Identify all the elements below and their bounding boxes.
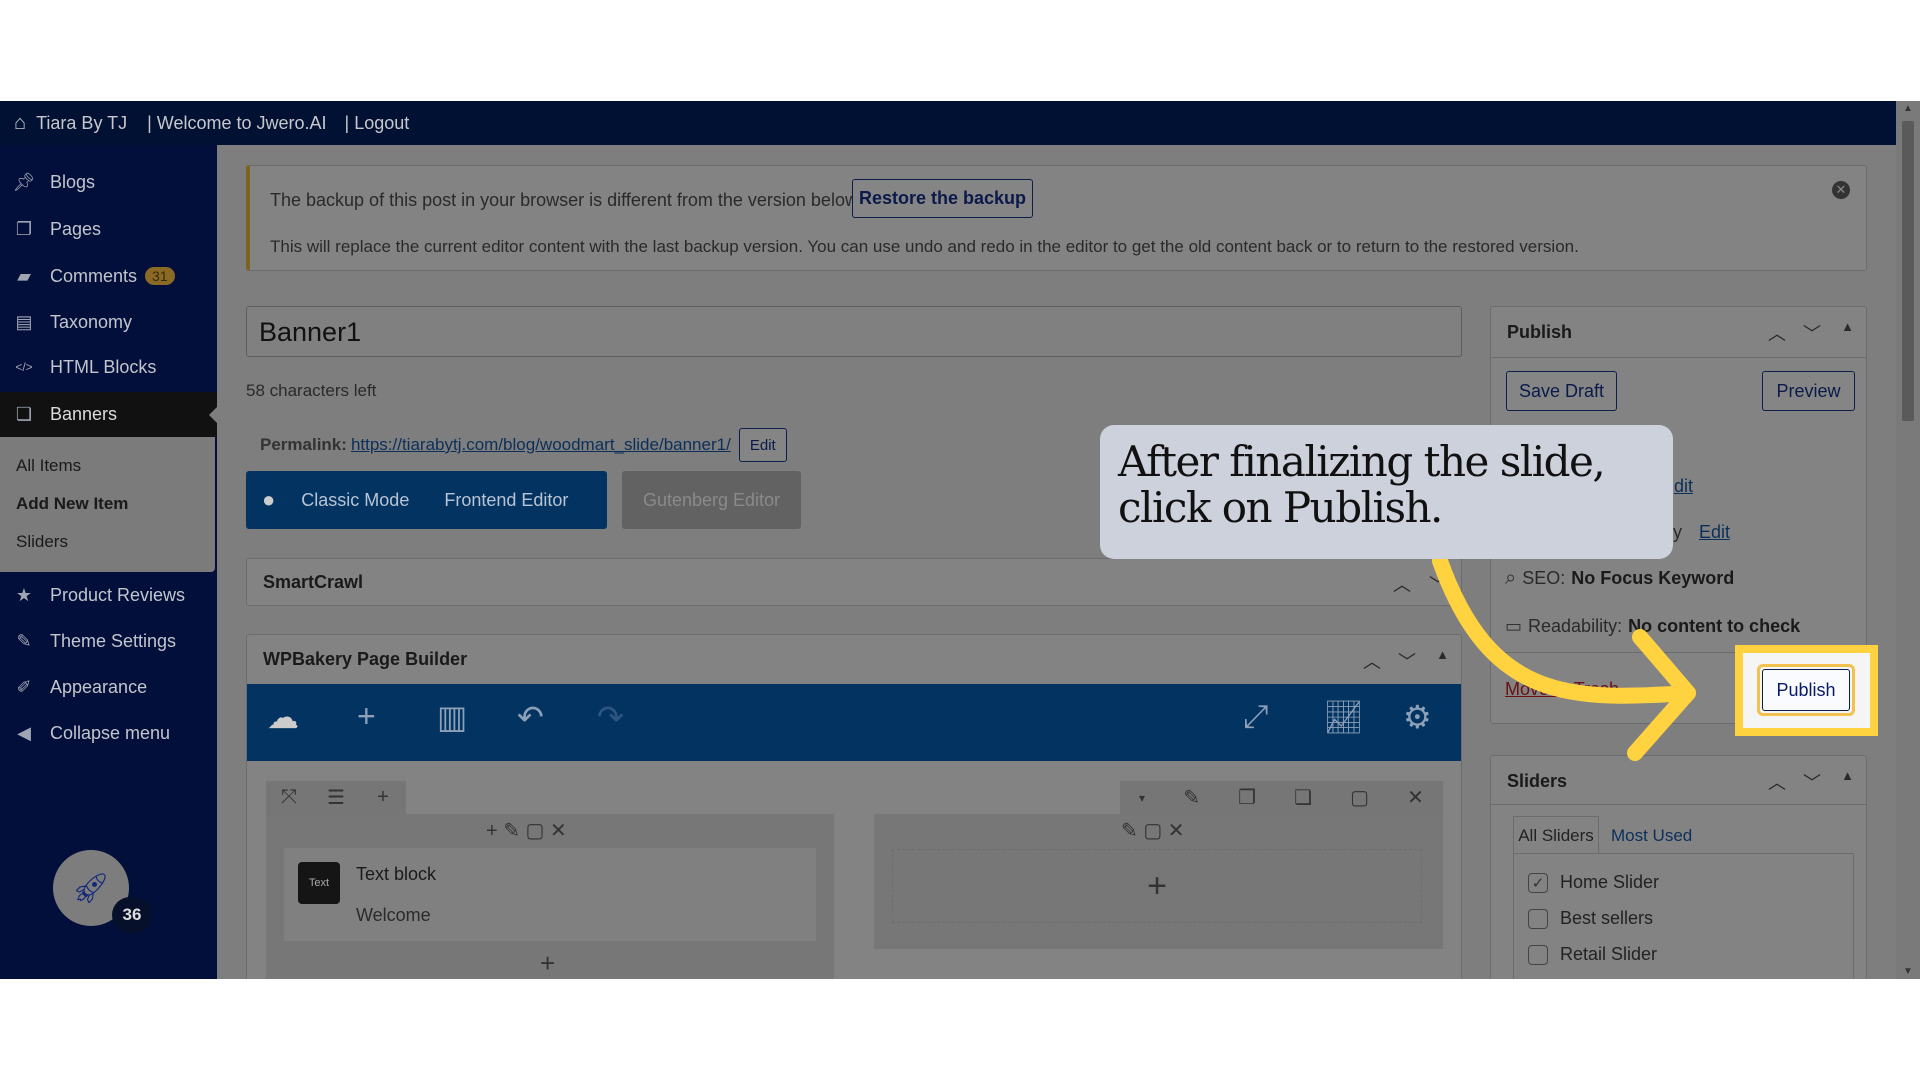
callout-tooltip: After finalizing the slide, click on Pub… <box>1100 425 1673 559</box>
arrow-curve <box>1432 553 1696 704</box>
callout-text: After finalizing the slide, click on Pub… <box>1118 437 1606 532</box>
wp-admin-screen: ⌂ Tiara By TJ | Welcome to Jwero.AI | Lo… <box>0 101 1920 979</box>
